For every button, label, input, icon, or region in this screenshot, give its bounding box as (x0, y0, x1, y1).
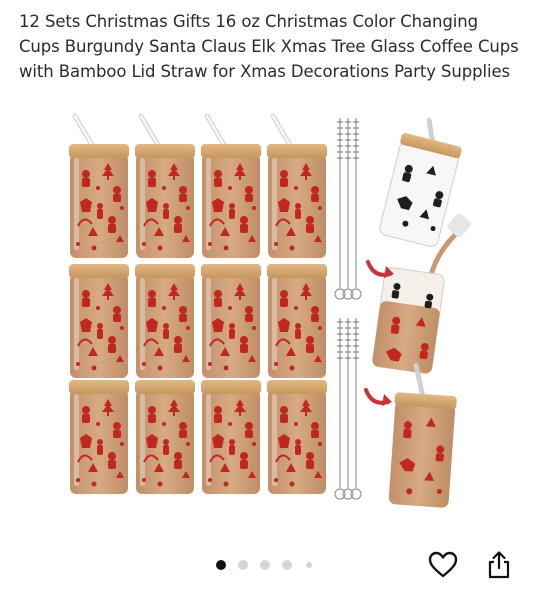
product-image[interactable] (0, 108, 533, 548)
carousel-indicator (216, 558, 326, 572)
favorite-button[interactable] (427, 549, 459, 581)
carousel-dot-2[interactable] (238, 560, 248, 570)
share-icon (488, 551, 510, 579)
carousel-dot-1[interactable] (216, 560, 226, 570)
carousel-dot-5[interactable] (306, 562, 312, 568)
carousel-dot-3[interactable] (260, 560, 270, 570)
share-button[interactable] (483, 549, 515, 581)
heart-outline-icon (428, 551, 458, 578)
carousel-dot-4[interactable] (282, 560, 292, 570)
product-title: 12 Sets Christmas Gifts 16 oz Christmas … (19, 12, 519, 81)
